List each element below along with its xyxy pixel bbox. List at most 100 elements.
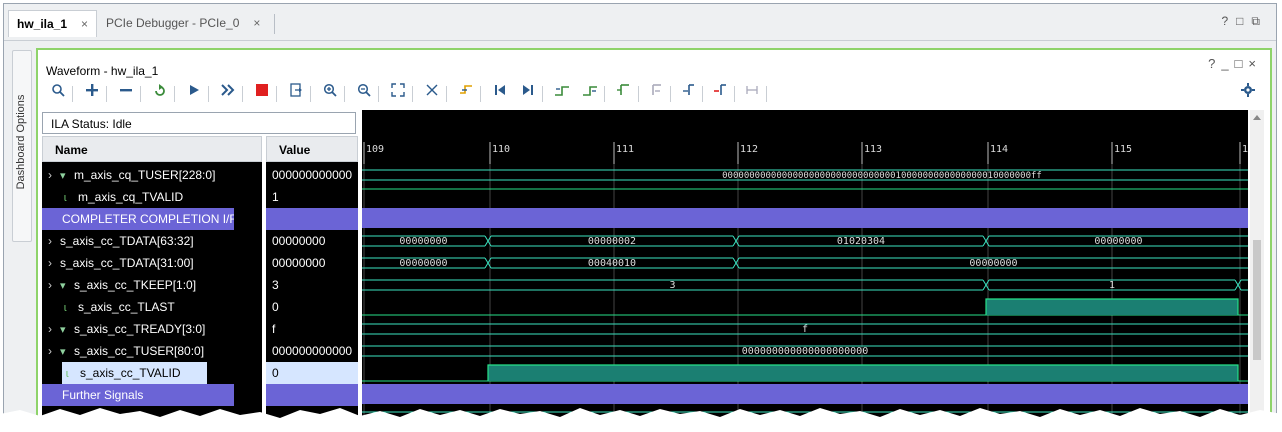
timeline-tick-label: 109 (366, 144, 384, 155)
swap-cursors-icon[interactable] (646, 82, 666, 104)
timeline-tick-label: 114 (990, 144, 1008, 155)
minimize-icon[interactable]: _ (1221, 56, 1234, 71)
cursor-icon[interactable] (678, 82, 698, 104)
ila-status: ILA Status: Idle (42, 112, 356, 134)
panel-controls: ?_□× (1208, 56, 1262, 71)
timeline-tick-label: 110 (492, 144, 510, 155)
signal-row-name[interactable]: › s_axis_cc_TDATA[63:32] (42, 230, 262, 252)
bus-icon: ▾ (60, 170, 66, 182)
expand-chevron-icon[interactable]: › (48, 318, 60, 340)
waveform-canvas[interactable]: 109 110 111 112 113 114 115 1000000000000000000… (362, 110, 1248, 427)
signal-row-name[interactable]: ɩ s_axis_cc_TVALID (62, 362, 207, 384)
tab-pcie-debugger[interactable]: PCIe Debugger - PCIe_0 × (98, 10, 268, 36)
remove-cursor-icon[interactable] (742, 82, 762, 104)
tab-label: PCIe Debugger - PCIe_0 (106, 16, 240, 30)
torn-edge (0, 408, 1282, 432)
search-icon[interactable] (48, 82, 68, 104)
expand-chevron-icon[interactable]: › (48, 274, 60, 296)
signal-row-name[interactable]: › ▾ s_axis_cc_TKEEP[1:0] (42, 274, 262, 296)
bus-value-label: 00000002 (588, 236, 636, 247)
value-column-header[interactable]: Value (266, 136, 358, 162)
add-cursor-icon[interactable] (710, 82, 730, 104)
panel-title: Waveform - hw_ila_1 (46, 64, 159, 78)
signal-name: s_axis_cc_TLAST (78, 300, 175, 314)
close-icon[interactable]: × (81, 17, 88, 31)
maximize-icon[interactable]: □ (1236, 14, 1251, 28)
tab-label: hw_ila_1 (17, 17, 68, 31)
tab-divider (274, 14, 275, 34)
bus-icon: ▾ (60, 280, 66, 292)
signal-name: s_axis_cc_TDATA[63:32] (60, 234, 194, 248)
signal-name: m_axis_cq_TUSER[228:0] (74, 168, 216, 182)
signal-row-name[interactable]: › ▾ s_axis_cc_TREADY[3:0] (42, 318, 262, 340)
expand-chevron-icon[interactable]: › (48, 340, 60, 362)
signal-row-name[interactable]: Further Signals (42, 384, 234, 406)
timeline-tick-label: 115 (1114, 144, 1132, 155)
export-icon[interactable] (286, 82, 306, 104)
bit-signal-icon: ɩ (64, 192, 67, 204)
bus-value-label: 00000000 (399, 258, 447, 269)
main-window: hw_ila_1 × PCIe Debugger - PCIe_0 × ?□⧉ Da… (3, 3, 1277, 427)
signal-name: s_axis_cc_TUSER[80:0] (74, 344, 205, 358)
zoom-in-icon[interactable] (320, 82, 340, 104)
bus-icon: ▾ (60, 346, 66, 358)
signal-name: COMPLETER COMPLETION I/F (62, 212, 234, 226)
zoom-in-plus-icon[interactable] (82, 82, 102, 104)
name-column-header[interactable]: Name (42, 136, 262, 162)
previous-transition-icon[interactable] (490, 82, 510, 104)
signal-row-value: 1 (272, 190, 279, 204)
bus-value-label: 01020304 (837, 236, 885, 247)
timeline-tick-label: 113 (864, 144, 882, 155)
signal-row-name[interactable]: › ▾ m_axis_cq_TUSER[228:0] (42, 164, 262, 186)
bit-signal-icon: ɩ (66, 368, 69, 380)
stop-icon[interactable] (252, 82, 272, 104)
tab-hw-ila-1[interactable]: hw_ila_1 × (8, 10, 98, 37)
help-icon[interactable]: ? (1221, 14, 1236, 28)
signal-name: s_axis_cc_TDATA[31:00] (60, 256, 194, 270)
minus-icon[interactable] (116, 82, 136, 104)
signal-row-name[interactable]: › s_axis_cc_TDATA[31:00] (42, 252, 262, 274)
timeline-tick-label: 111 (616, 144, 634, 155)
expand-chevron-icon[interactable]: › (48, 230, 60, 252)
timeline-tick-label: 1 (1242, 144, 1248, 155)
auto-fit-icon[interactable] (422, 82, 442, 104)
vertical-scrollbar[interactable] (1250, 110, 1264, 426)
add-marker-icon[interactable] (552, 82, 572, 104)
zoom-fit-icon[interactable] (388, 82, 408, 104)
refresh-icon[interactable] (150, 82, 170, 104)
close-icon[interactable]: × (253, 16, 260, 30)
signal-name: s_axis_cc_TKEEP[1:0] (74, 278, 197, 292)
run-immediate-icon[interactable] (218, 82, 238, 104)
signal-row-name[interactable]: ɩ s_axis_cc_TLAST (42, 296, 262, 318)
run-trigger-icon[interactable] (184, 82, 204, 104)
next-marker-icon[interactable] (614, 82, 634, 104)
signal-row-name[interactable]: › ▾ s_axis_cc_TUSER[80:0] (42, 340, 262, 362)
signal-row-value: f (272, 322, 276, 336)
dashboard-options-tab[interactable]: Dashboard Options (12, 50, 32, 242)
bus-value-label: 00040010 (588, 258, 636, 269)
next-transition-icon[interactable] (518, 82, 538, 104)
document-tabbar: hw_ila_1 × PCIe Debugger - PCIe_0 × ?□⧉ (4, 4, 1276, 41)
signal-row-value: 000000000000 (272, 168, 353, 182)
bit-high-fill (488, 365, 1238, 381)
expand-chevron-icon[interactable]: › (48, 164, 60, 186)
previous-marker-icon[interactable] (580, 82, 600, 104)
restore-icon[interactable]: ⧉ (1251, 14, 1268, 28)
waveform-display[interactable]: 109 110 111 112 113 114 115 1 000000000000000000… (362, 110, 1248, 427)
waveform-panel: Waveform - hw_ila_1 ?_□× ILA Status: Idl… (36, 48, 1272, 427)
bit-signal-icon: ɩ (64, 302, 67, 314)
help-icon[interactable]: ? (1208, 56, 1221, 71)
expand-chevron-icon[interactable]: › (48, 252, 60, 274)
zoom-out-icon[interactable] (354, 82, 374, 104)
maximize-icon[interactable]: □ (1235, 56, 1249, 71)
close-icon[interactable]: × (1248, 56, 1262, 71)
signal-row-name[interactable]: ɩ m_axis_cq_TVALID (42, 186, 262, 208)
signal-row-value: 00000000 (272, 256, 326, 270)
settings-icon[interactable] (1238, 82, 1258, 104)
bit-high-fill (986, 299, 1238, 315)
bus-value-label: 1 (1109, 280, 1115, 291)
signal-row-name[interactable]: COMPLETER COMPLETION I/F (42, 208, 234, 230)
bus-value-label: 00000000 (969, 258, 1017, 269)
go-to-time-0-icon[interactable] (456, 82, 476, 104)
bus-value-label: 00000000 (1094, 236, 1142, 247)
